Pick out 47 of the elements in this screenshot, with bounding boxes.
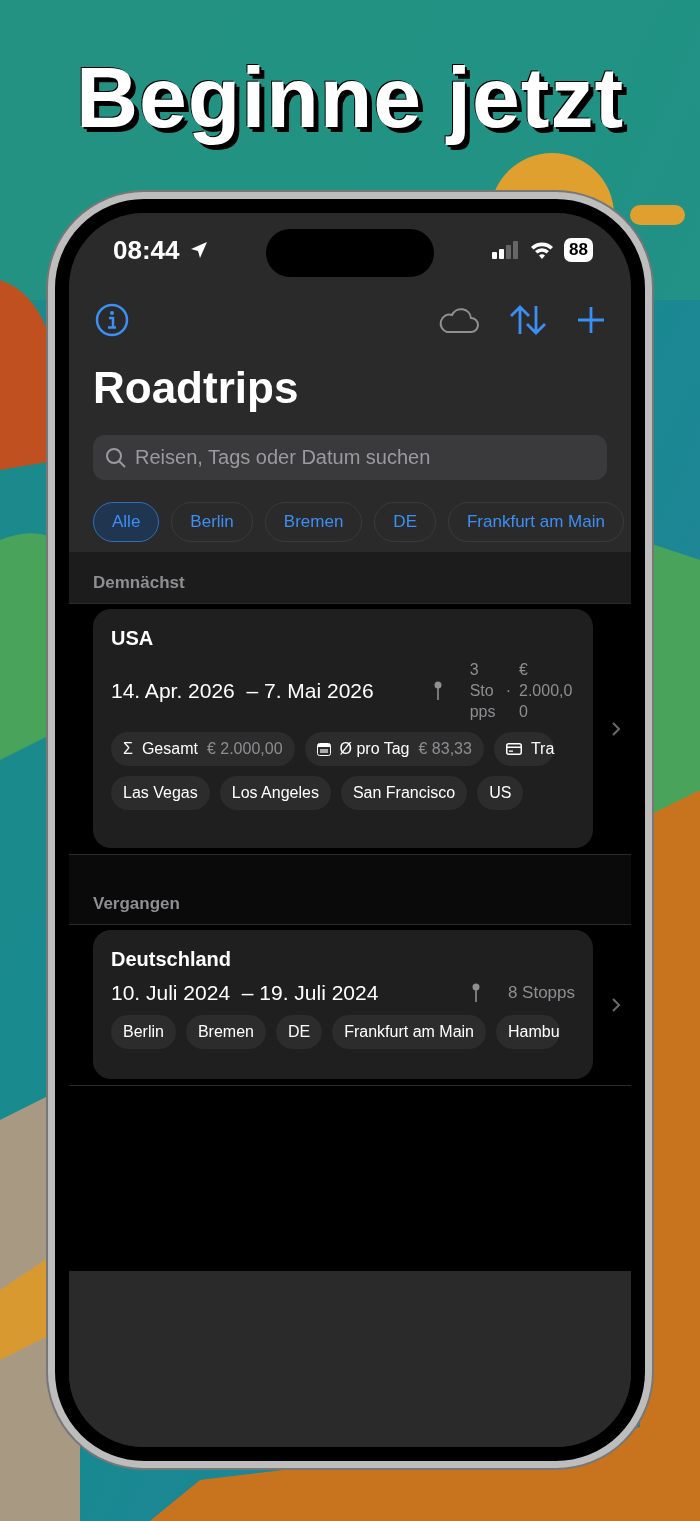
trip-card[interactable]: USA 14. Apr. 2026 – 7. Mai 2026 3 Stopps · € 2.000,00 Σ Gesamt € 2.000,00 Ø pro Tag € 83,33 Tra Las Vegas Los Angeles San Francisco US	[93, 609, 593, 849]
stat-label: Tra	[530, 740, 555, 759]
trip-name: Deutschland	[111, 948, 233, 972]
stops-count: 8 Stopps	[507, 983, 575, 1004]
tag-chip: Las Vegas	[111, 776, 210, 811]
stat-label: Ø pro Tag	[339, 740, 410, 759]
signal-icon	[492, 241, 521, 259]
wifi-icon	[530, 241, 555, 259]
pin-icon	[433, 681, 442, 702]
credit-card-icon	[505, 743, 522, 756]
calendar-icon	[316, 742, 331, 756]
chevron-icon	[611, 720, 621, 737]
sigma-icon: Σ	[123, 740, 133, 759]
trip-dates: 14. Apr. 2026 – 7. Mai 2026	[111, 679, 374, 704]
tag-chip: Frankfurt am Main	[332, 1015, 486, 1050]
add-button[interactable]	[577, 306, 605, 334]
tag-chip: Los Angeles	[219, 776, 331, 811]
cloud-button[interactable]	[437, 306, 479, 334]
tag-chip: US	[477, 776, 524, 811]
tag-chip: San Francisco	[340, 776, 468, 811]
sort-button[interactable]	[509, 304, 547, 336]
trip-cost: € 2.000,00	[519, 660, 574, 722]
info-button[interactable]	[95, 303, 129, 337]
stops-count: 3 Stopps	[469, 660, 497, 722]
trip-card[interactable]: Deutschland 10. Juli 2024 – 19. Juli 2024 8 Stopps Berlin Bremen DE Frankfurt am Main Hambu	[93, 930, 593, 1080]
tag-chip: Berlin	[111, 1015, 176, 1050]
chevron-icon	[611, 996, 621, 1013]
tag-chip: DE	[275, 1015, 323, 1050]
filter-chip[interactable]: Alle	[93, 502, 160, 542]
section-title: Vergangen	[93, 894, 180, 915]
separator-dot: ·	[505, 682, 511, 701]
location-arrow-icon	[189, 241, 208, 259]
trip-dates: 10. Juli 2024 – 19. Juli 2024	[111, 981, 379, 1006]
tag-chip: Bremen	[185, 1015, 266, 1050]
stat-value: € 2.000,00	[206, 740, 283, 759]
battery-indicator: 88	[564, 238, 593, 262]
stat-label: Gesamt	[141, 740, 198, 759]
trip-name: USA	[111, 627, 155, 650]
section-title: Demnächst	[93, 573, 185, 593]
tag-chip: Hambu	[496, 1015, 560, 1050]
stat-value: € 83,33	[418, 740, 472, 759]
pin-icon	[471, 983, 480, 1004]
headline: Beginne jetzt	[75, 48, 625, 147]
search-icon	[105, 447, 127, 469]
status-time: 08:44	[113, 234, 180, 266]
page-title: Roadtrips	[93, 363, 300, 414]
search-field[interactable]: Reisen, Tags oder Datum suchen	[93, 435, 607, 480]
